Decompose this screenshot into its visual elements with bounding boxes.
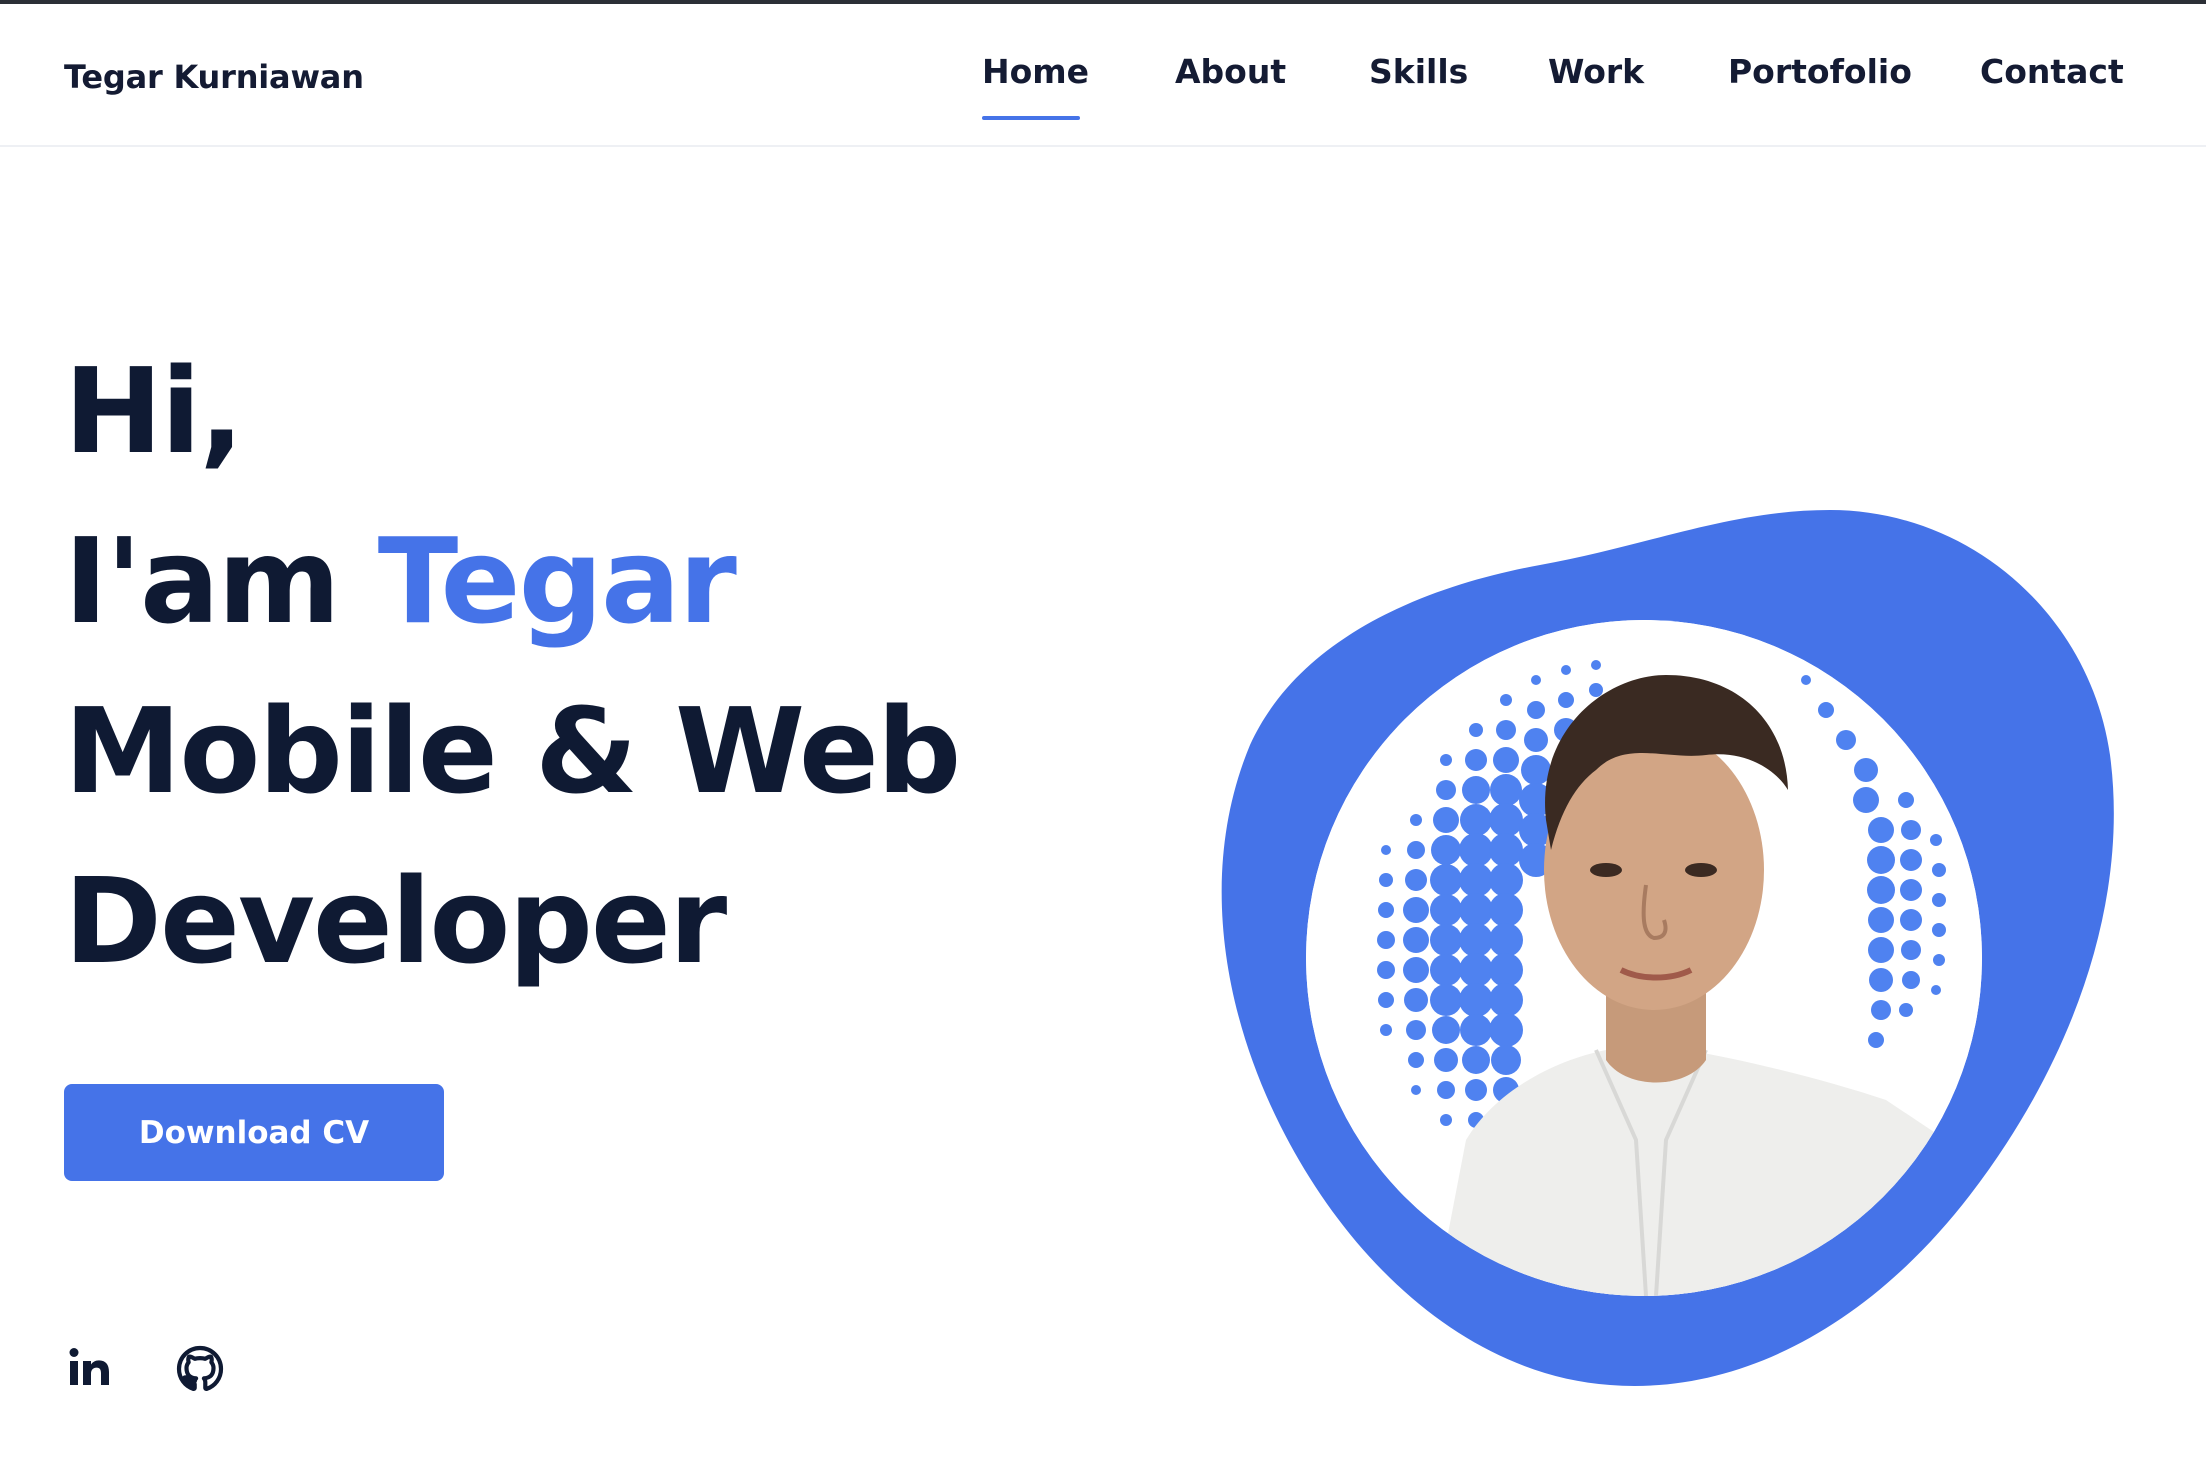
profile-photo: [1306, 620, 1982, 1296]
hero-name: Tegar: [377, 512, 737, 650]
hero-role-line2: Developer: [64, 852, 727, 990]
linkedin-icon[interactable]: [66, 1345, 114, 1393]
active-nav-indicator: [982, 116, 1080, 120]
nav-portfolio[interactable]: Portofolio: [1728, 52, 1912, 91]
nav-home[interactable]: Home: [982, 52, 1089, 91]
profile-photo-image: [1306, 620, 1982, 1296]
hero-greeting: Hi,: [64, 342, 244, 480]
nav-work[interactable]: Work: [1548, 52, 1644, 91]
hero-intro: I'am Tegar: [64, 522, 737, 640]
hero-role-line1: Mobile & Web: [64, 682, 961, 820]
github-icon[interactable]: [176, 1345, 224, 1393]
hero-intro-prefix: I'am: [64, 512, 341, 650]
nav-skills[interactable]: Skills: [1369, 52, 1468, 91]
nav-contact[interactable]: Contact: [1980, 52, 2124, 91]
brand-name[interactable]: Tegar Kurniawan: [64, 58, 364, 96]
download-cv-button[interactable]: Download CV: [64, 1084, 444, 1181]
nav-about[interactable]: About: [1175, 52, 1286, 91]
